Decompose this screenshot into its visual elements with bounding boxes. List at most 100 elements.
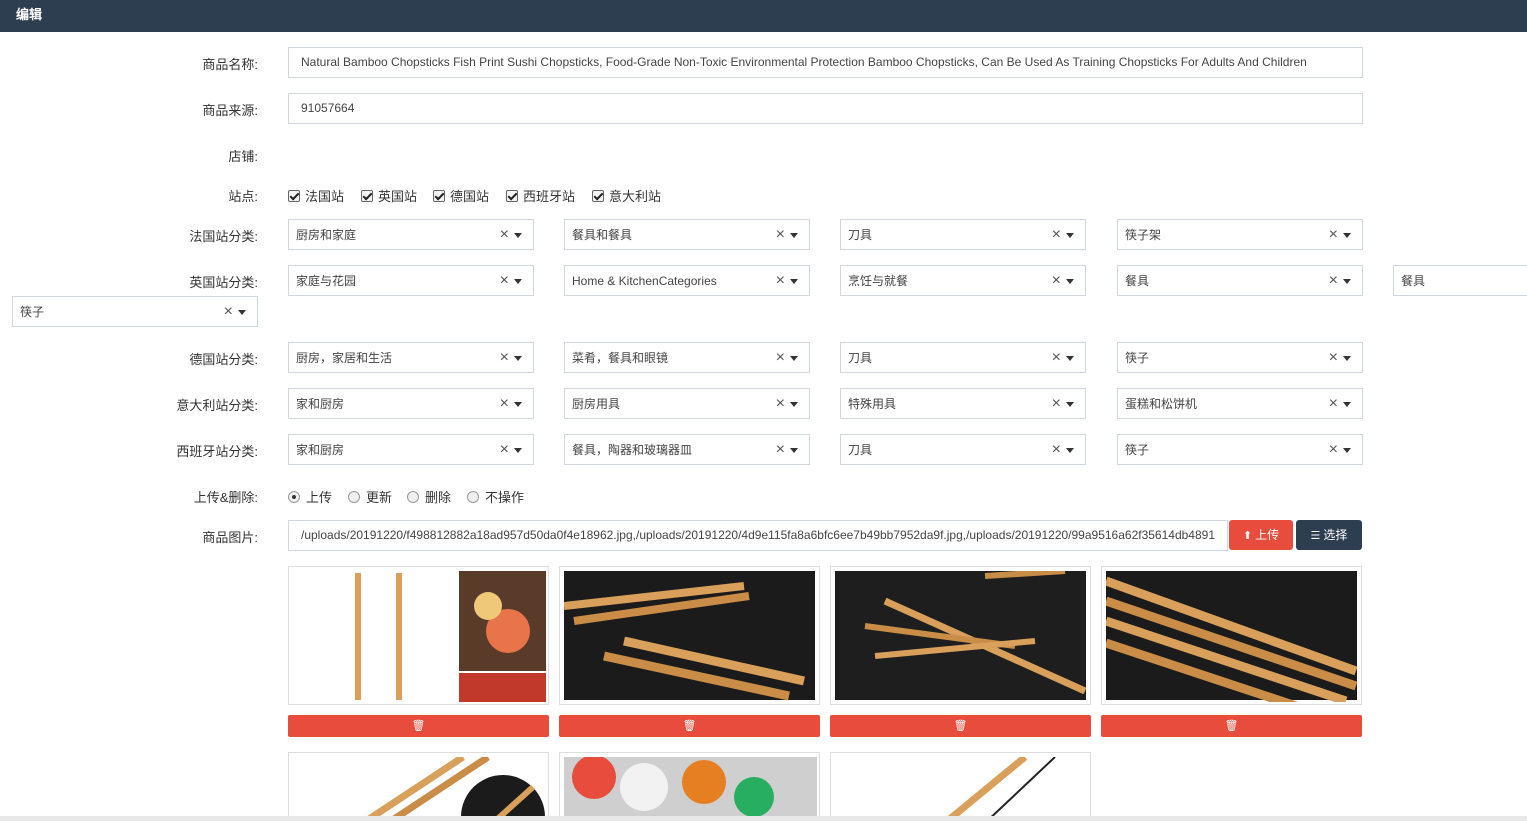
product-image-2 xyxy=(559,566,820,705)
it-category-select-3[interactable]: 特殊用具 × xyxy=(840,388,1086,419)
de-category-select-1[interactable]: 厨房，家居和生活 × xyxy=(288,342,534,373)
clear-icon[interactable]: × xyxy=(1052,389,1061,418)
clear-icon[interactable]: × xyxy=(500,435,509,464)
de-category-select-2[interactable]: 菜肴，餐具和眼镜 × xyxy=(564,342,810,373)
clear-icon[interactable]: × xyxy=(776,435,785,464)
es-category-select-1[interactable]: 家和厨房 × xyxy=(288,434,534,465)
action-radio-upload[interactable]: 上传 xyxy=(288,487,333,505)
clear-icon[interactable]: × xyxy=(500,343,509,372)
site-checkbox-de[interactable]: 德国站 xyxy=(433,186,490,204)
fr-category-select-4[interactable]: 筷子架 × xyxy=(1117,219,1363,250)
action-radio-delete[interactable]: 删除 xyxy=(407,487,451,505)
radio-label: 上传 xyxy=(306,490,333,505)
clear-icon[interactable]: × xyxy=(776,220,785,249)
clear-icon[interactable]: × xyxy=(1329,266,1338,295)
action-radio-update[interactable]: 更新 xyxy=(348,487,393,505)
select-value: 刀具 xyxy=(848,443,873,457)
uk-category-select-1[interactable]: 家庭与花园 × xyxy=(288,265,534,296)
clear-icon[interactable]: × xyxy=(500,266,509,295)
chevron-down-icon xyxy=(1343,448,1351,453)
select-value: 筷子 xyxy=(1125,443,1150,457)
chevron-down-icon xyxy=(514,448,522,453)
site-label: 英国站 xyxy=(378,189,418,204)
select-value: 菜肴，餐具和眼镜 xyxy=(572,351,669,365)
trash-icon: 🗑 xyxy=(411,720,426,732)
clear-icon[interactable]: × xyxy=(500,389,509,418)
delete-image-button-1[interactable]: 🗑 xyxy=(288,715,549,737)
de-category-select-3[interactable]: 刀具 × xyxy=(840,342,1086,373)
horizontal-scrollbar[interactable] xyxy=(0,816,1527,821)
es-category-select-3[interactable]: 刀具 × xyxy=(840,434,1086,465)
chevron-down-icon xyxy=(1066,279,1074,284)
image-content xyxy=(835,754,1086,821)
select-value: 餐具 xyxy=(1401,274,1426,288)
de-category-select-4[interactable]: 筷子 × xyxy=(1117,342,1363,373)
clear-icon[interactable]: × xyxy=(776,266,785,295)
chevron-down-icon xyxy=(790,356,798,361)
product-name-input[interactable]: Natural Bamboo Chopsticks Fish Print Sus… xyxy=(288,47,1363,78)
upload-button[interactable]: ⬆ 上传 xyxy=(1229,520,1293,550)
images-path-input[interactable]: /uploads/20191220/f498812882a18ad957d50d… xyxy=(288,520,1228,551)
upload-button-label: 上传 xyxy=(1255,528,1280,542)
clear-icon[interactable]: × xyxy=(1329,220,1338,249)
it-category-select-1[interactable]: 家和厨房 × xyxy=(288,388,534,419)
product-source-input[interactable]: 91057664 xyxy=(288,93,1363,124)
uk-category-select-6[interactable]: 筷子 × xyxy=(12,296,258,327)
chevron-down-icon xyxy=(1343,356,1351,361)
clear-icon[interactable]: × xyxy=(1329,343,1338,372)
fr-category-select-2[interactable]: 餐具和餐具 × xyxy=(564,219,810,250)
it-category-select-4[interactable]: 蛋糕和松饼机 × xyxy=(1117,388,1363,419)
fr-category-select-3[interactable]: 刀具 × xyxy=(840,219,1086,250)
clear-icon[interactable]: × xyxy=(1329,435,1338,464)
chopsticks-image xyxy=(1104,576,1358,704)
select-value: 刀具 xyxy=(848,228,873,242)
fr-category-select-1[interactable]: 厨房和家庭 × xyxy=(288,219,534,250)
es-category-select-2[interactable]: 餐具，陶器和玻璃器皿 × xyxy=(564,434,810,465)
clear-icon[interactable]: × xyxy=(1052,220,1061,249)
clear-icon[interactable]: × xyxy=(500,220,509,249)
delete-image-button-3[interactable]: 🗑 xyxy=(830,715,1091,737)
action-radio-none[interactable]: 不操作 xyxy=(467,487,524,505)
delete-image-button-2[interactable]: 🗑 xyxy=(559,715,820,737)
chevron-down-icon xyxy=(514,279,522,284)
es-category-select-4[interactable]: 筷子 × xyxy=(1117,434,1363,465)
clear-icon[interactable]: × xyxy=(224,297,233,326)
chevron-down-icon xyxy=(1066,233,1074,238)
clear-icon[interactable]: × xyxy=(1052,266,1061,295)
label-it-category: 意大利站分类: xyxy=(176,398,258,413)
product-image-1 xyxy=(288,566,549,705)
select-value: 家和厨房 xyxy=(296,443,345,457)
select-value: 家和厨房 xyxy=(296,397,345,411)
site-checkbox-it[interactable]: 意大利站 xyxy=(592,186,661,204)
site-checkbox-es[interactable]: 西班牙站 xyxy=(506,186,575,204)
site-label: 德国站 xyxy=(450,189,490,204)
clear-icon[interactable]: × xyxy=(1329,389,1338,418)
product-image-3 xyxy=(830,566,1091,705)
uk-category-select-5[interactable]: 餐具 xyxy=(1393,265,1527,296)
label-name: 商品名称: xyxy=(202,57,258,72)
site-checkbox-uk[interactable]: 英国站 xyxy=(361,186,418,204)
uk-category-select-4[interactable]: 餐具 × xyxy=(1117,265,1363,296)
clear-icon[interactable]: × xyxy=(776,343,785,372)
trash-icon: 🗑 xyxy=(953,720,968,732)
chevron-down-icon xyxy=(1066,402,1074,407)
trash-icon: 🗑 xyxy=(1224,720,1239,732)
chopsticks-image xyxy=(864,568,1087,695)
image-content xyxy=(563,571,815,701)
chevron-down-icon xyxy=(238,310,246,315)
label-upload-delete: 上传&删除: xyxy=(193,490,258,505)
choose-button-label: 选择 xyxy=(1323,528,1348,542)
radio-label: 更新 xyxy=(366,490,393,505)
clear-icon[interactable]: × xyxy=(1052,343,1061,372)
select-value: 特殊用具 xyxy=(848,397,897,411)
it-category-select-2[interactable]: 厨房用具 × xyxy=(564,388,810,419)
choose-button[interactable]: ☰ 选择 xyxy=(1296,520,1362,550)
site-checkbox-fr[interactable]: 法国站 xyxy=(288,186,344,204)
uk-category-select-3[interactable]: 烹饪与就餐 × xyxy=(840,265,1086,296)
clear-icon[interactable]: × xyxy=(776,389,785,418)
product-image-4 xyxy=(1101,566,1362,705)
uk-category-select-2[interactable]: Home & KitchenCategories × xyxy=(564,265,810,296)
clear-icon[interactable]: × xyxy=(1052,435,1061,464)
delete-image-button-4[interactable]: 🗑 xyxy=(1101,715,1362,737)
product-image-6 xyxy=(559,752,820,821)
